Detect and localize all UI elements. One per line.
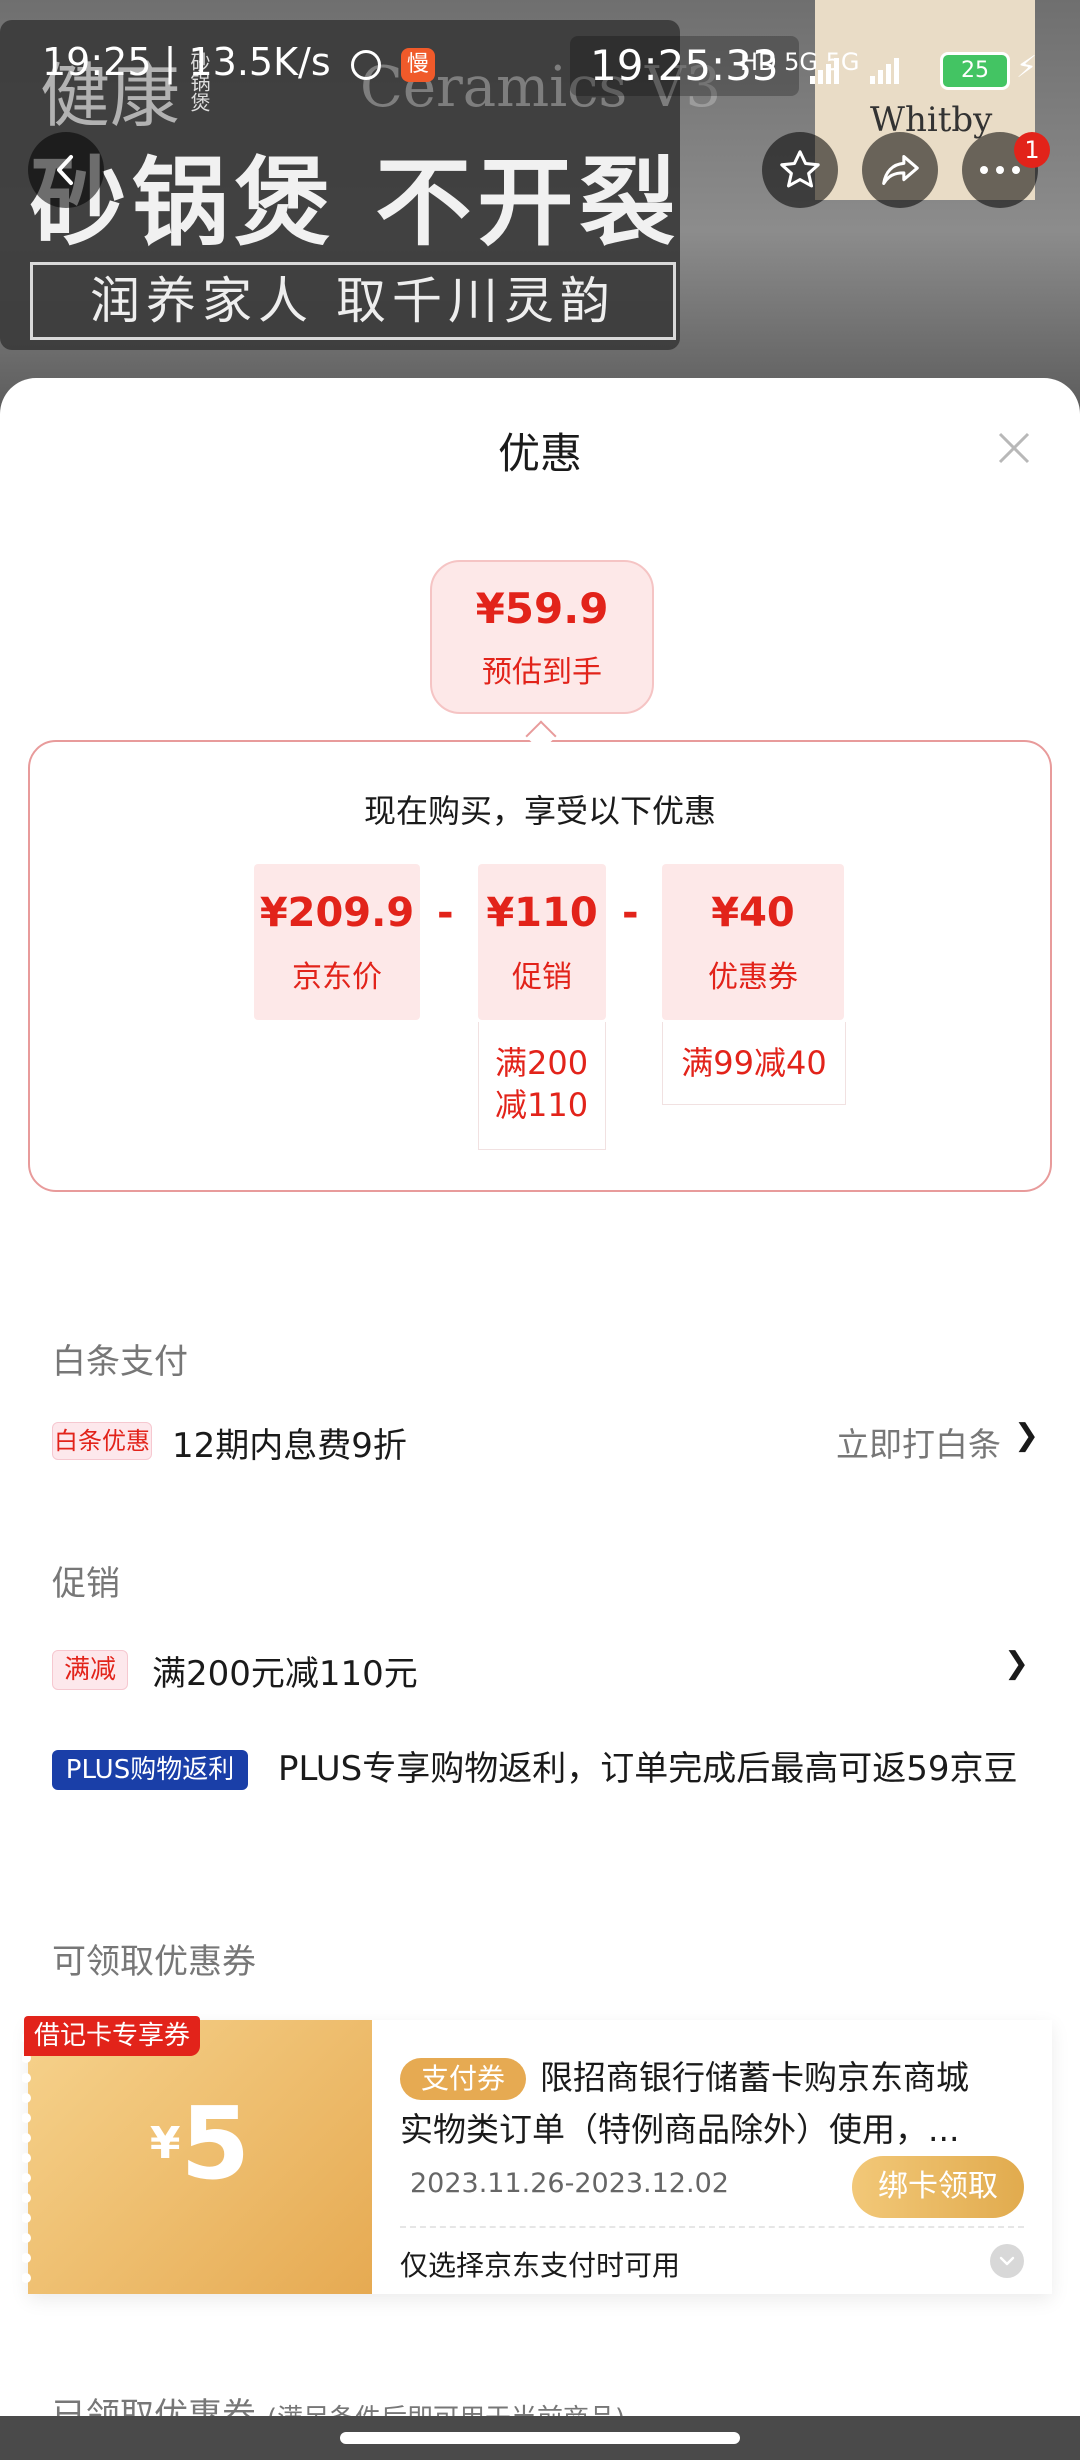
- product-headline: 砂锅煲 不开裂: [30, 147, 682, 259]
- promo-condition: 满200减110: [478, 1022, 606, 1150]
- estimated-price: ¥59.9: [475, 584, 609, 633]
- status-separator: |: [163, 40, 189, 84]
- coupon-price-box: ¥40 优惠券: [662, 864, 844, 1020]
- jd-price-box: ¥209.9 京东价: [254, 864, 420, 1020]
- home-indicator[interactable]: [340, 2432, 740, 2444]
- charging-icon: ⚡: [1016, 50, 1038, 85]
- coupon-type-pill: 支付券: [400, 2058, 526, 2100]
- back-button[interactable]: [28, 132, 104, 208]
- baitiao-action: 立即打白条: [836, 1425, 1001, 1464]
- estimated-price-label: 预估到手: [482, 655, 602, 690]
- baitiao-tag: 白条优惠: [52, 1422, 152, 1460]
- share-button[interactable]: [862, 132, 938, 208]
- baitiao-row[interactable]: 白条优惠 12期内息费9折 立即打白条 ❯: [52, 1412, 1039, 1468]
- back-arrow-icon: [57, 155, 73, 185]
- jd-price: ¥209.9: [259, 890, 415, 936]
- chevron-right-icon: ❯: [1004, 1646, 1030, 1681]
- status-bar: 19:25 | 13.5K/s 慢 19:25:33 HD 5G 5G 25 ⚡: [0, 0, 1080, 130]
- product-banner: 润养家人 取千川灵韵: [30, 262, 676, 340]
- coupon-date: 2023.11.26-2023.12.02: [410, 2168, 729, 2199]
- alarm-icon: [350, 49, 381, 80]
- estimated-price-box: ¥59.9 预估到手: [430, 560, 654, 714]
- battery-icon: 25: [940, 52, 1010, 90]
- chevron-right-icon: ❯: [1014, 1418, 1040, 1453]
- price-breakdown-title: 现在购买，享受以下优惠: [363, 792, 716, 830]
- more-dots-icon: [980, 166, 1020, 174]
- baitiao-text: 12期内息费9折: [172, 1426, 407, 1466]
- close-button[interactable]: [996, 430, 1032, 466]
- share-icon: [882, 155, 919, 185]
- minus-operator: -: [437, 890, 454, 936]
- coupon-desc-line2: 实物类订单（特例商品除外）使用，...: [400, 2110, 960, 2149]
- coupon-corner-tag: 借记卡专享券: [24, 2016, 201, 2056]
- manjian-tag: 满减: [52, 1650, 128, 1690]
- status-time: 19:25: [42, 40, 152, 84]
- plus-rebate-tag: PLUS购物返利: [52, 1750, 248, 1790]
- coupon-desc-line1: 限招商银行储蓄卡购京东商城: [540, 2058, 969, 2097]
- coupon-currency: ¥: [149, 2118, 181, 2169]
- baitiao-section-title: 白条支付: [52, 1342, 188, 1382]
- coupons-section-title: 可领取优惠券: [52, 1942, 256, 1982]
- promo-row-plus: PLUS购物返利 PLUS专享购物返利，订单完成后最高可返59京豆: [52, 1744, 1032, 1840]
- favorite-button[interactable]: [762, 132, 838, 208]
- coupon-note: 仅选择京东支付时可用: [400, 2249, 681, 2282]
- coupon-divider: [400, 2226, 1024, 2228]
- jd-price-label: 京东价: [292, 960, 382, 995]
- coupon-value: 5: [180, 2085, 251, 2202]
- slow-network-badge: 慢: [400, 47, 435, 82]
- promo-row-manjian[interactable]: 满减 满200元减110元 ❯: [52, 1642, 1032, 1698]
- star-icon: [780, 150, 820, 188]
- manjian-text: 满200元减110元: [152, 1654, 418, 1694]
- signal-icon: [810, 52, 930, 90]
- sheet-title: 优惠: [497, 429, 582, 478]
- bind-card-claim-button[interactable]: 绑卡领取: [852, 2156, 1024, 2218]
- promo-price: ¥110: [486, 890, 598, 936]
- promo-section-title: 促销: [52, 1564, 120, 1604]
- status-left: 19:25 | 13.5K/s 慢: [42, 40, 435, 84]
- coupon-price-label: 优惠券: [708, 960, 798, 995]
- promo-price-label: 促销: [512, 960, 572, 995]
- chevron-down-icon: [999, 2256, 1015, 2266]
- notification-badge: 1: [1014, 132, 1050, 168]
- plus-rebate-text: PLUS专享购物返利，订单完成后最高可返59京豆: [278, 1749, 1018, 1789]
- close-icon: [998, 432, 1030, 464]
- status-net-speed: 13.5K/s: [188, 40, 331, 84]
- promo-price-box: ¥110 促销: [478, 864, 606, 1020]
- coupon-price: ¥40: [711, 890, 795, 936]
- expand-button[interactable]: [990, 2244, 1024, 2278]
- coupon-amount: ¥5: [28, 2085, 372, 2202]
- coupon-condition: 满99减40: [662, 1022, 846, 1105]
- minus-operator: -: [622, 890, 639, 936]
